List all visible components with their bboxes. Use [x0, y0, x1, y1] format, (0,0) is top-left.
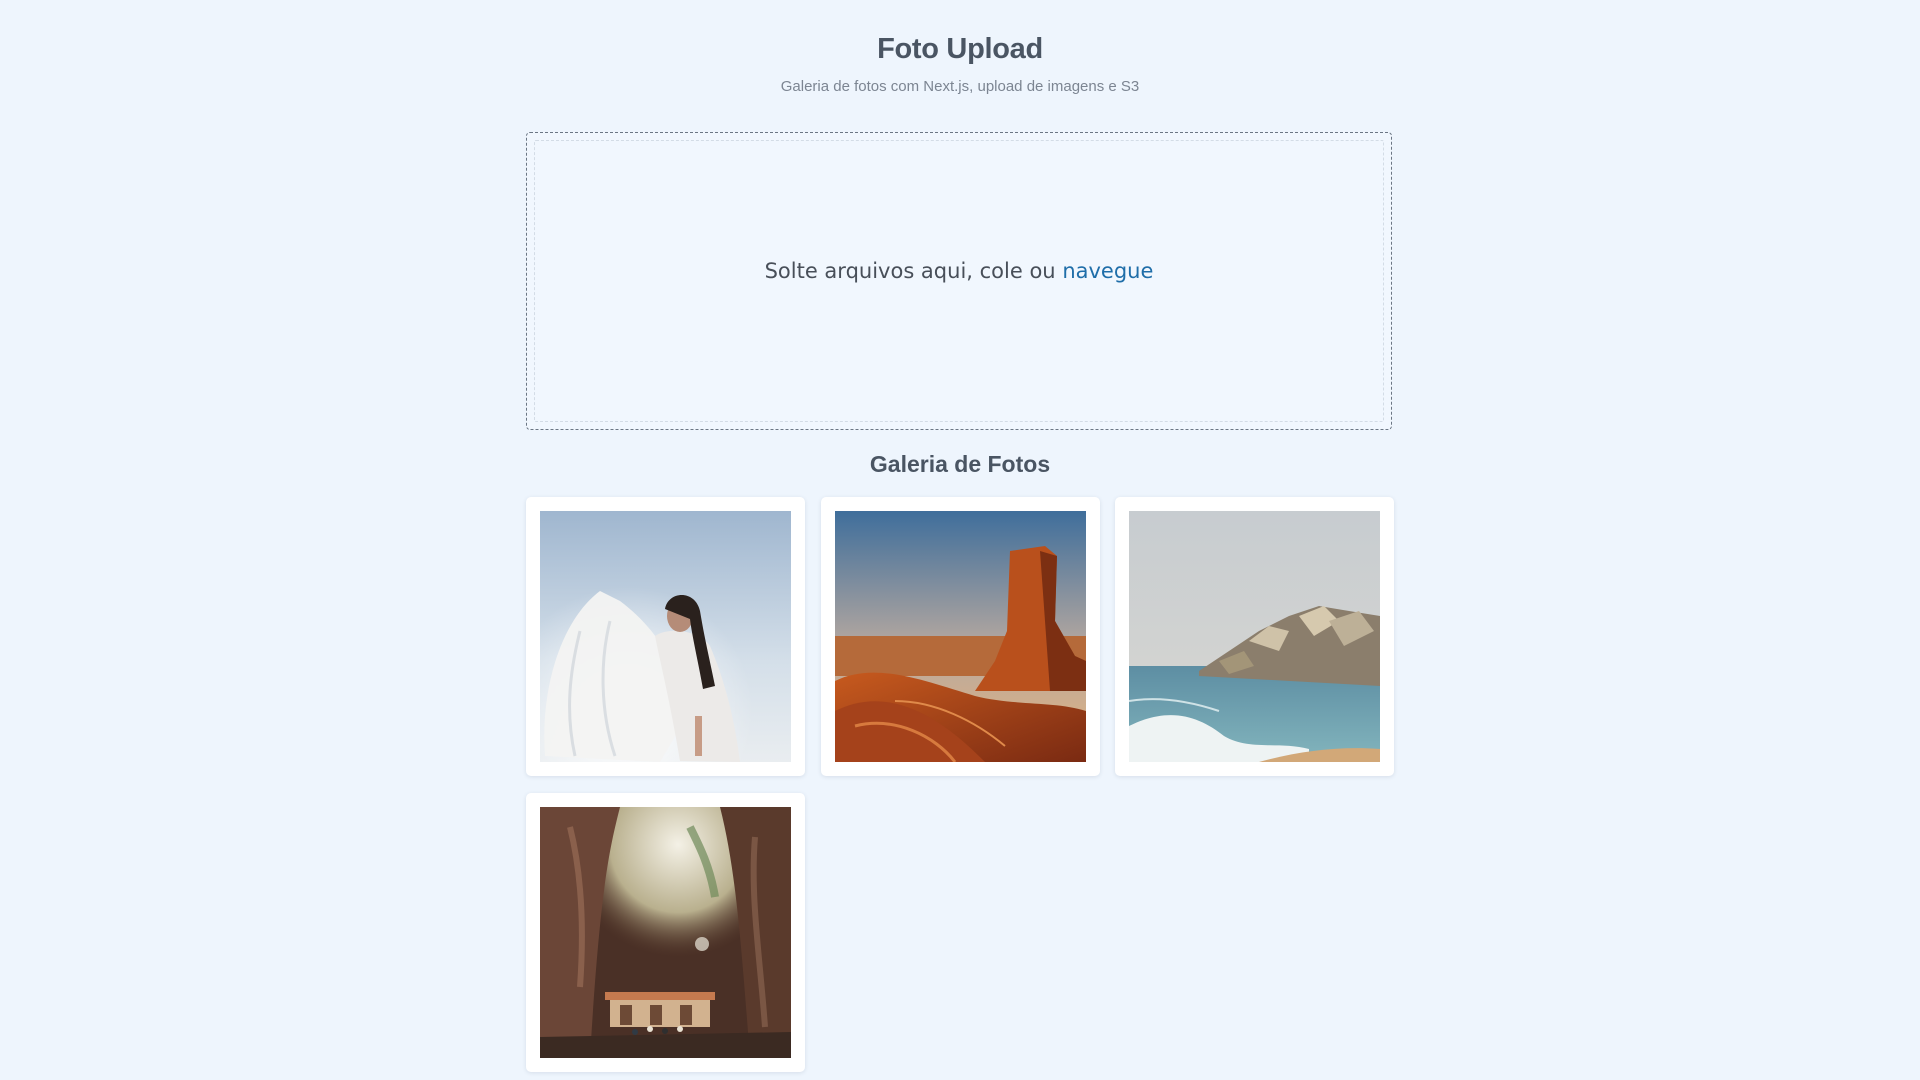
gallery-photo[interactable] — [835, 511, 1086, 762]
page: Foto Upload Galeria de fotos com Next.js… — [0, 0, 1920, 1080]
dropzone-label: Solte arquivos aqui, cole ou — [764, 259, 1056, 283]
gallery-card[interactable] — [526, 793, 805, 1072]
gallery-photo[interactable] — [540, 511, 791, 762]
gallery-card[interactable] — [526, 497, 805, 776]
dropzone-instructions: Solte arquivos aqui, cole ou navegue — [527, 257, 1391, 285]
gallery-card[interactable] — [821, 497, 1100, 776]
gallery-photo[interactable] — [1129, 511, 1380, 762]
page-subtitle: Galeria de fotos com Next.js, upload de … — [780, 78, 1140, 95]
gallery-photo[interactable] — [540, 807, 791, 1058]
gallery-card[interactable] — [1115, 497, 1394, 776]
upload-dropzone[interactable]: Solte arquivos aqui, cole ou navegue — [526, 132, 1392, 430]
page-title: Foto Upload — [877, 33, 1043, 65]
browse-link[interactable]: navegue — [1062, 259, 1153, 283]
gallery-title: Galeria de Fotos — [869, 451, 1051, 477]
